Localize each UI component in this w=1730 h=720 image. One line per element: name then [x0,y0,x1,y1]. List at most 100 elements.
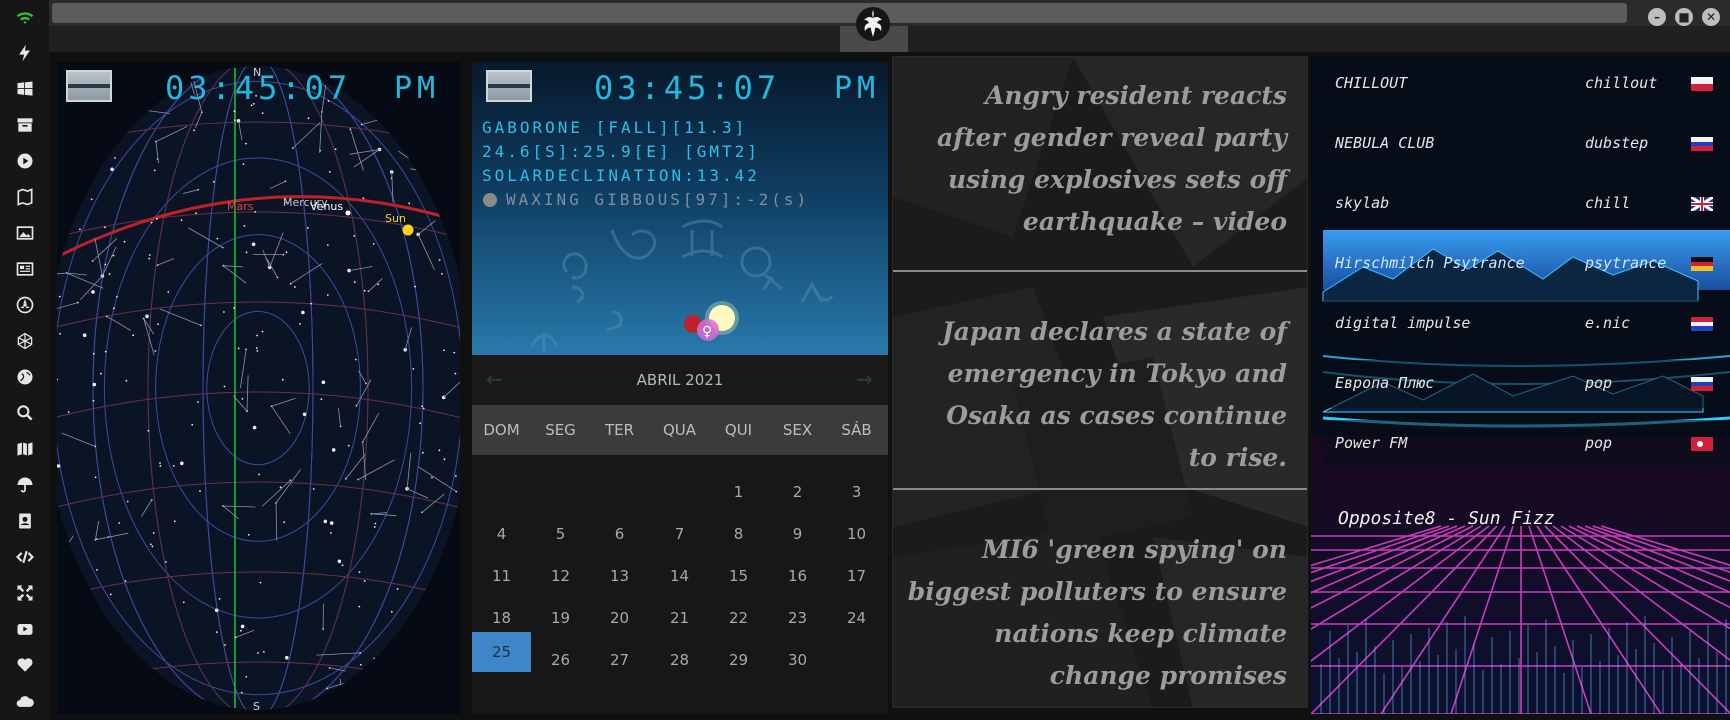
calendar-day[interactable]: 13 [590,556,649,596]
map-book-icon[interactable] [12,184,38,210]
calendar-day[interactable]: 24 [827,598,886,638]
station-name: CHILLOUT [1335,74,1408,92]
world-clock: 03:45:07 [594,69,781,107]
radio-panel: CHILLOUT chillout NEBULA CLUB dubstep skylab… [1311,56,1730,714]
nuclear-icon[interactable] [12,292,38,318]
calendar-day[interactable]: 21 [650,598,709,638]
news-headline[interactable]: MI6 'green spying' on biggest polluters … [907,529,1287,697]
station-row-selected[interactable]: Hirschmilch Psytrance psytrance [1323,240,1730,288]
news-panel: Angry resident reacts after gender revea… [892,56,1308,708]
close-button[interactable]: ✕ [1702,8,1720,26]
calendar-day[interactable]: 9 [768,514,827,554]
globe-icon[interactable] [12,364,38,390]
search-icon[interactable] [12,400,38,426]
now-playing-label: Opposite8 - Sun Fizz [1338,508,1555,529]
flag-ru-icon [1691,137,1713,151]
umbrella-icon[interactable] [12,472,38,498]
coords-line: 24.6[S]:25.9[E] [GMT2] [482,142,760,161]
code-icon[interactable] [12,544,38,570]
calendar-next-button[interactable]: → [856,367,873,391]
station-row[interactable]: CHILLOUT chillout [1323,60,1730,108]
star-chart[interactable]: N S Mars Mercury Venus Sun [57,62,460,714]
calendar-day[interactable]: 4 [472,514,531,554]
planet-label-venus: Venus [310,200,343,213]
calendar-day[interactable]: 26 [531,640,590,680]
calendar-day[interactable]: 3 [827,472,886,512]
weekday-label: DOM [483,421,520,439]
calendar-day[interactable]: 10 [827,514,886,554]
flag-gb-icon [1691,197,1713,211]
world-clock-ampm: PM [834,71,881,106]
archive-icon[interactable] [12,112,38,138]
minimize-button[interactable]: – [1648,8,1666,26]
news-headline[interactable]: Angry resident reacts after gender revea… [917,75,1287,243]
weekday-label: QUA [662,421,697,439]
calendar-day[interactable]: 5 [531,514,590,554]
calendar-day[interactable]: 17 [827,556,886,596]
station-genre: dubstep [1585,134,1649,152]
station-row[interactable]: Европа Плюс pop [1323,360,1730,408]
calendar-day[interactable]: 14 [650,556,709,596]
calendar-weekday-row: DOM SEG TER QUA QUI SEX SÁB [472,405,888,455]
news-divider [893,488,1307,490]
calendar-day[interactable]: 8 [709,514,768,554]
news-headline[interactable]: Japan declares a state of emergency in T… [917,311,1287,479]
declination-line: SOLARDECLINATION:13.42 [482,166,760,185]
wifi-icon[interactable] [12,5,38,31]
address-field[interactable] [52,3,1627,23]
calendar-day[interactable]: 15 [709,556,768,596]
star-map-panel: N S Mars Mercury Venus Sun 03:45:07 PM [57,62,460,714]
windows-icon[interactable] [12,76,38,102]
contacts-icon[interactable] [12,508,38,534]
location-line: GABORONE [FALL][11.3] [482,118,748,137]
station-genre: e.nic [1585,314,1631,332]
station-name: Hirschmilch Psytrance [1335,254,1525,272]
maximize-button[interactable]: ■ [1675,8,1693,26]
station-row[interactable]: Power FM pop [1323,420,1730,468]
calendar-panel: ← ABRIL 2021 → DOM SEG TER QUA QUI SEX S… [472,355,888,714]
calendar-day[interactable]: 16 [768,556,827,596]
calendar-day[interactable]: 7 [650,514,709,554]
station-genre: pop [1585,434,1613,452]
desktop: – ■ ✕ N S Mars Mercury Venus Sun 03:45:0… [0,0,1730,720]
image-icon[interactable] [12,220,38,246]
starmap-menu-button[interactable] [66,70,112,102]
play-icon[interactable] [12,148,38,174]
flag-de-icon [1691,257,1713,271]
station-row[interactable]: digital impulse e.nic [1323,300,1730,348]
calendar-day[interactable]: 27 [590,640,649,680]
calendar-day[interactable]: 30 [768,640,827,680]
calendar-day[interactable]: 12 [531,556,590,596]
youtube-icon[interactable] [12,616,38,642]
station-name: Power FM [1335,434,1408,452]
station-genre: chill [1585,194,1631,212]
network-icon[interactable] [12,328,38,354]
calendar-day[interactable]: 19 [531,598,590,638]
calendar-day[interactable]: 11 [472,556,531,596]
cloud-icon[interactable] [12,688,38,714]
clock-menu-button[interactable] [486,70,532,102]
calendar-day[interactable]: 22 [709,598,768,638]
map-icon[interactable] [12,436,38,462]
weekday-label: TER [604,421,635,439]
moon-phase-line: WAXING GIBBOUS[97]:-2(s) [506,190,810,209]
calendar-day[interactable]: 2 [768,472,827,512]
station-row[interactable]: NEBULA CLUB dubstep [1323,120,1730,168]
fullscreen-icon[interactable] [12,580,38,606]
calendar-day[interactable]: 1 [709,472,768,512]
calendar-day[interactable]: 29 [709,640,768,680]
heart-icon[interactable] [12,652,38,678]
calendar-day[interactable]: 28 [650,640,709,680]
calendar-day-today[interactable]: 25 [472,632,531,672]
calendar-day[interactable]: 6 [590,514,649,554]
weekday-label: SÁB [841,421,872,439]
world-clock-panel: ♀ 03:45:07 PM GABORONE [FALL][11.3] 24.6… [472,62,888,355]
newspaper-icon[interactable] [12,256,38,282]
station-name: digital impulse [1335,314,1471,332]
calendar-day[interactable]: 23 [768,598,827,638]
compass-south-label: S [253,700,260,713]
lightning-icon[interactable] [12,40,38,66]
calendar-day[interactable]: 20 [590,598,649,638]
sun-marker [402,224,414,236]
station-row[interactable]: skylab chill [1323,180,1730,228]
